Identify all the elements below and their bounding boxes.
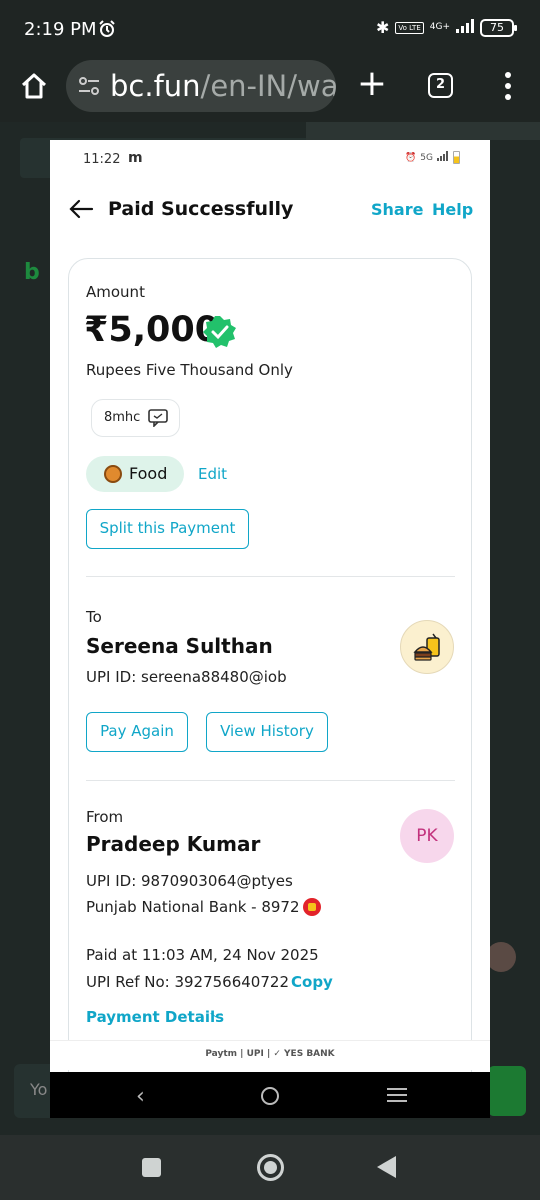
upi-reference-number: UPI Ref No: 392756640722 bbox=[86, 973, 289, 991]
os-back-button[interactable] bbox=[377, 1156, 396, 1178]
inner-signal-icon bbox=[437, 151, 449, 164]
payment-details-link[interactable]: Payment Details bbox=[86, 1008, 224, 1026]
address-bar[interactable]: bc.fun/en-IN/wa bbox=[66, 60, 336, 112]
edit-category-link[interactable]: Edit bbox=[198, 465, 227, 483]
alarm-icon bbox=[98, 20, 116, 42]
recent-apps-button[interactable] bbox=[142, 1158, 161, 1177]
split-payment-button[interactable]: Split this Payment bbox=[86, 509, 249, 549]
food-drink-icon bbox=[413, 633, 440, 661]
view-history-button[interactable]: View History bbox=[206, 712, 328, 752]
category-label: Food bbox=[129, 464, 168, 483]
footer-brands: Paytm | UPI | ✓ YES BANK bbox=[205, 1049, 335, 1059]
page-header: Paid Successfully Share Help bbox=[50, 190, 490, 230]
payee-upi-id: UPI ID: sereena88480@iob bbox=[86, 668, 287, 686]
back-arrow-icon[interactable] bbox=[68, 196, 94, 222]
os-home-button[interactable] bbox=[257, 1154, 284, 1181]
url-path: /en-IN/wa bbox=[200, 69, 336, 103]
payment-note-text: 8mhc bbox=[104, 410, 141, 425]
inner-navigation-bar: ‹ bbox=[50, 1072, 490, 1118]
background-avatar bbox=[486, 942, 516, 972]
bank-logo-icon bbox=[303, 898, 321, 916]
payer-upi-id: UPI ID: 9870903064@ptyes bbox=[86, 872, 293, 890]
payee-name: Sereena Sulthan bbox=[86, 634, 273, 658]
site-settings-icon[interactable] bbox=[78, 76, 100, 100]
volte-badge: Vo LTE bbox=[395, 21, 424, 34]
background-send-button bbox=[488, 1066, 526, 1116]
inner-menu-icon bbox=[387, 1088, 407, 1106]
inner-network: 5G bbox=[420, 152, 433, 163]
powered-by-footer: Paytm | UPI | ✓ YES BANK bbox=[50, 1040, 490, 1070]
battery-indicator: 75 bbox=[480, 18, 517, 37]
from-label: From bbox=[86, 808, 124, 826]
os-status-bar: 2:19 PM ✱ Vo LTE 4G+ 75 bbox=[0, 0, 540, 60]
home-button[interactable] bbox=[18, 70, 50, 102]
verified-check-icon bbox=[202, 314, 238, 350]
network-type: 4G+ bbox=[429, 22, 450, 32]
os-clock: 2:19 PM bbox=[24, 19, 97, 40]
help-button[interactable]: Help bbox=[432, 200, 473, 219]
payment-screenshot-preview: 11:22 m ⏰ 5G Paid Successfully Share Hel… bbox=[50, 140, 490, 1118]
page-title: Paid Successfully bbox=[108, 198, 294, 220]
inner-battery-icon bbox=[453, 151, 460, 164]
browser-toolbar: bc.fun/en-IN/wa + 2 bbox=[0, 60, 540, 122]
tab-switcher-button[interactable]: 2 bbox=[428, 73, 453, 98]
section-divider bbox=[86, 780, 455, 781]
paid-timestamp: Paid at 11:03 AM, 24 Nov 2025 bbox=[86, 946, 319, 964]
url-text: bc.fun/en-IN/wa bbox=[110, 69, 336, 103]
amount-label: Amount bbox=[86, 283, 145, 301]
new-tab-button[interactable]: + bbox=[356, 64, 388, 104]
chevron-down-icon: ﹀ bbox=[210, 1012, 223, 1026]
inner-status-bar: 11:22 m ⏰ 5G bbox=[50, 140, 490, 178]
inner-back-icon: ‹ bbox=[136, 1084, 145, 1109]
payment-note-chip[interactable]: 8mhc bbox=[91, 399, 180, 437]
section-divider bbox=[86, 576, 455, 577]
url-host: bc.fun bbox=[110, 69, 201, 103]
food-category-icon bbox=[104, 465, 122, 483]
background-header-strip bbox=[306, 122, 540, 140]
home-icon bbox=[21, 73, 47, 99]
payer-name: Pradeep Kumar bbox=[86, 832, 261, 856]
payer-bank: Punjab National Bank - 8972 bbox=[86, 898, 300, 916]
copy-ref-button[interactable]: Copy bbox=[291, 973, 333, 991]
amount-in-words: Rupees Five Thousand Only bbox=[86, 361, 293, 379]
pay-again-button[interactable]: Pay Again bbox=[86, 712, 188, 752]
signal-icon bbox=[456, 18, 474, 37]
inner-alarm-icon: ⏰ bbox=[405, 152, 417, 163]
os-navigation-bar bbox=[0, 1135, 540, 1200]
browser-menu-button[interactable] bbox=[498, 70, 518, 102]
amount-value: ₹5,000 bbox=[84, 310, 220, 350]
inner-home-icon bbox=[261, 1087, 279, 1105]
share-button[interactable]: Share bbox=[371, 200, 423, 219]
payer-avatar: PK bbox=[400, 809, 454, 863]
payee-avatar bbox=[400, 620, 454, 674]
notification-icon: m bbox=[128, 150, 143, 166]
bluetooth-icon: ✱ bbox=[375, 18, 390, 37]
category-chip[interactable]: Food bbox=[86, 456, 184, 492]
to-label: To bbox=[86, 608, 102, 626]
inner-clock: 11:22 bbox=[83, 152, 121, 167]
background-logo-icon: b bbox=[24, 260, 40, 285]
message-icon bbox=[148, 409, 168, 431]
